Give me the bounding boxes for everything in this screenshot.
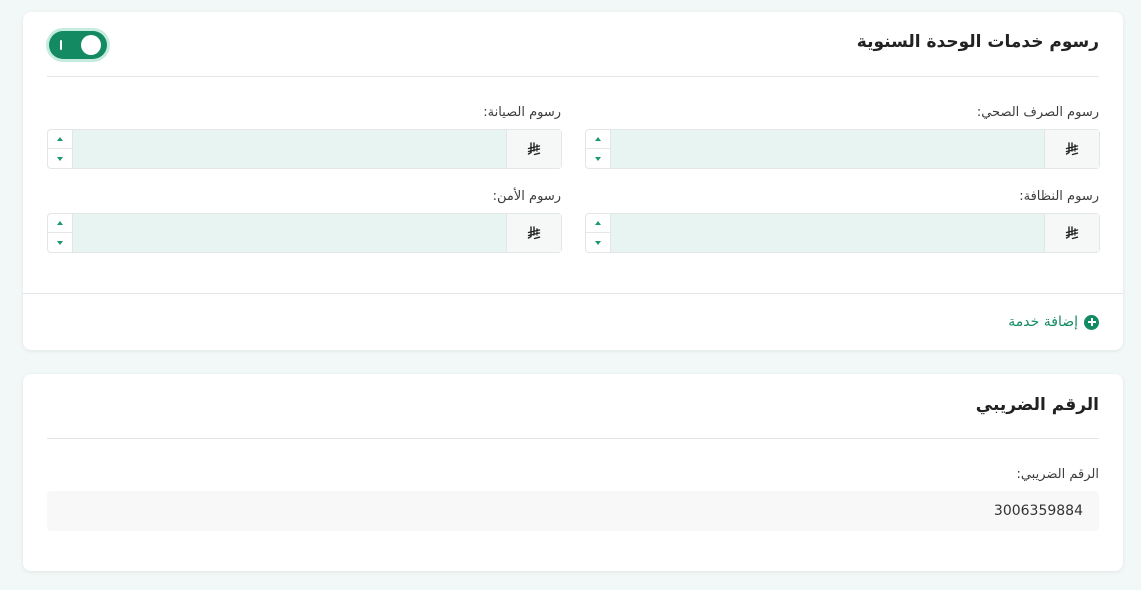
saudi-riyal-icon xyxy=(1044,214,1099,252)
security-fee-label: رسوم الأمن: xyxy=(492,189,561,204)
sewage-fee-stepper xyxy=(586,130,611,168)
tax-header-divider xyxy=(47,438,1099,439)
arrow-up-icon xyxy=(595,137,601,141)
saudi-riyal-icon xyxy=(1044,130,1099,168)
add-service-label: إضافة خدمة xyxy=(1008,314,1078,330)
sewage-fee-input[interactable] xyxy=(611,130,1044,168)
maintenance-fee-input[interactable] xyxy=(73,130,506,168)
arrow-up-icon xyxy=(57,221,63,225)
arrow-down-icon xyxy=(595,156,601,161)
tax-number-text: 3006359884 xyxy=(993,503,1083,519)
increment-button[interactable] xyxy=(586,130,610,149)
arrow-up-icon xyxy=(595,221,601,225)
security-fee-field xyxy=(47,213,562,253)
toggle-on-mark xyxy=(60,40,62,50)
arrow-down-icon xyxy=(57,156,63,161)
arrow-up-icon xyxy=(57,137,63,141)
saudi-riyal-icon xyxy=(506,130,561,168)
plus-circle-icon xyxy=(1084,314,1099,330)
maintenance-fee-stepper xyxy=(48,130,73,168)
decrement-button[interactable] xyxy=(48,233,72,252)
sewage-fee-label: رسوم الصرف الصحي: xyxy=(976,105,1099,120)
fees-footer-divider xyxy=(23,293,1123,294)
tax-number-label: الرقم الضريبي: xyxy=(1016,467,1099,482)
cleaning-fee-input[interactable] xyxy=(611,214,1044,252)
fees-toggle[interactable] xyxy=(46,28,110,62)
increment-button[interactable] xyxy=(586,214,610,233)
toggle-knob xyxy=(81,35,101,55)
cleaning-fee-stepper xyxy=(586,214,611,252)
sewage-fee-field xyxy=(585,129,1100,169)
security-fee-stepper xyxy=(48,214,73,252)
tax-card-title: الرقم الضريبي xyxy=(975,395,1099,415)
maintenance-fee-label: رسوم الصيانة: xyxy=(483,105,561,120)
security-fee-input[interactable] xyxy=(73,214,506,252)
arrow-down-icon xyxy=(595,240,601,245)
increment-button[interactable] xyxy=(48,130,72,149)
add-service-button[interactable]: إضافة خدمة xyxy=(1008,314,1099,330)
fees-card-title: رسوم خدمات الوحدة السنوية xyxy=(856,32,1099,52)
cleaning-fee-field xyxy=(585,213,1100,253)
decrement-button[interactable] xyxy=(586,149,610,168)
increment-button[interactable] xyxy=(48,214,72,233)
decrement-button[interactable] xyxy=(586,233,610,252)
saudi-riyal-icon xyxy=(506,214,561,252)
annual-unit-fees-card: رسوم خدمات الوحدة السنوية رسوم الصرف الص… xyxy=(23,12,1123,350)
fees-header-divider xyxy=(47,76,1099,77)
arrow-down-icon xyxy=(57,240,63,245)
tax-number-value: 3006359884 xyxy=(47,491,1099,531)
decrement-button[interactable] xyxy=(48,149,72,168)
maintenance-fee-field xyxy=(47,129,562,169)
tax-number-card: الرقم الضريبي الرقم الضريبي: 3006359884 xyxy=(23,374,1123,571)
toggle-track xyxy=(49,31,107,59)
cleaning-fee-label: رسوم النظافة: xyxy=(1019,189,1099,204)
